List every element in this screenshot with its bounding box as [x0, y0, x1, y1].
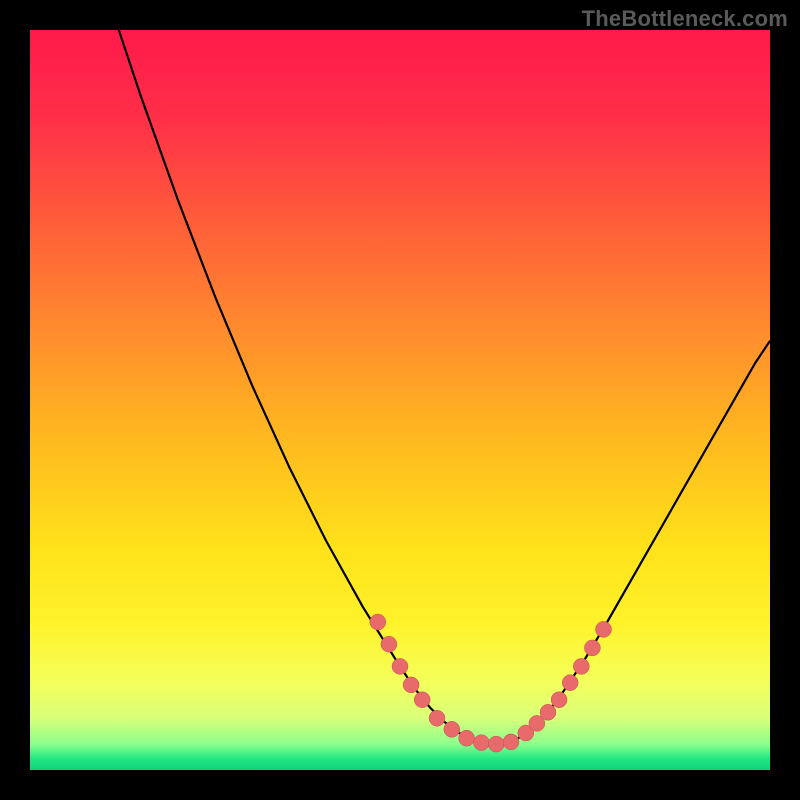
chart-svg	[30, 30, 770, 770]
marker-point	[584, 640, 600, 656]
marker-point	[488, 736, 504, 752]
marker-point	[392, 658, 408, 674]
marker-point	[562, 675, 578, 691]
marker-point	[551, 692, 567, 708]
plot-area	[30, 30, 770, 770]
watermark-text: TheBottleneck.com	[582, 6, 788, 32]
marker-point	[381, 636, 397, 652]
marker-point	[444, 721, 460, 737]
marker-point	[429, 710, 445, 726]
marker-point	[573, 658, 589, 674]
marker-point	[596, 621, 612, 637]
marker-point	[403, 677, 419, 693]
marker-point	[414, 692, 430, 708]
chart-container: TheBottleneck.com	[0, 0, 800, 800]
marker-point	[540, 704, 556, 720]
marker-point	[459, 730, 475, 746]
marker-point	[370, 614, 386, 630]
marker-point	[503, 734, 519, 750]
marker-point	[473, 735, 489, 751]
